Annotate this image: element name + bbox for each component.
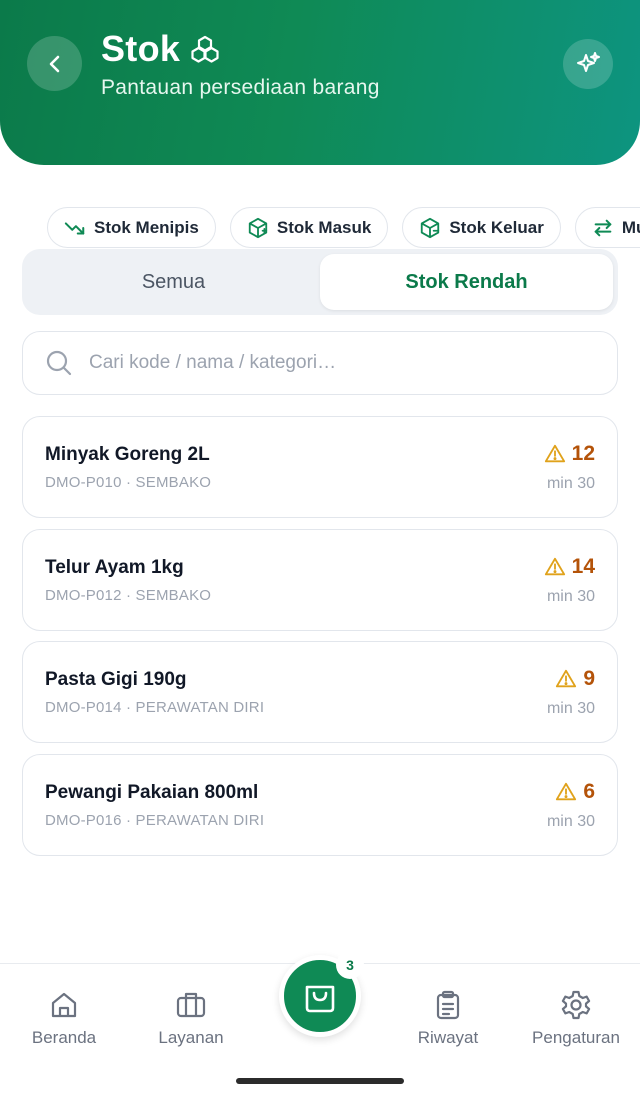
item-meta: DMO-P014 · PERAWATAN DIRI [45,699,265,716]
home-indicator [236,1078,404,1084]
chip-stok-masuk[interactable]: Stok Masuk [229,207,389,248]
search-icon [46,350,72,376]
item-qty-value: 14 [571,555,595,578]
item-qty-value: 12 [571,442,595,465]
chip-label: Stok Menipis [94,217,199,237]
item-meta: DMO-P012 · SEMBAKO [45,587,212,604]
trend-down-icon [64,221,85,235]
item-min: min 30 [546,700,595,717]
chip-label: Mu [621,217,640,237]
item-qty: 12 [544,442,595,466]
item-meta: DMO-P010 · SEMBAKO [45,474,212,491]
home-icon [51,992,77,1018]
nav-label: Riwayat [417,1028,479,1047]
cart-count-badge: 3 [336,951,364,979]
transfer-icon [594,219,612,236]
stock-item-card[interactable]: Pasta Gigi 190g DMO-P014 · PERAWATAN DIR… [22,641,618,743]
sparkle-icon [577,52,600,72]
cubes-icon [191,35,219,63]
search-input[interactable] [89,352,569,374]
nav-label: Beranda [31,1028,97,1047]
chip-label: Stok Keluar [449,217,544,237]
warning-icon [556,669,577,688]
header: Stok Pantauan persediaan barang [0,0,640,165]
nav-label: Pengaturan [532,1028,620,1047]
chip-stok-menipis[interactable]: Stok Menipis [47,207,216,248]
stock-item-card[interactable]: Pewangi Pakaian 800ml DMO-P016 · PERAWAT… [22,754,618,856]
chip-label: Stok Masuk [276,217,372,237]
item-min: min 30 [546,813,595,830]
item-meta: DMO-P016 · PERAWATAN DIRI [45,812,265,829]
tab-semua[interactable]: Semua [27,254,320,310]
item-min: min 30 [546,475,595,492]
nav-layanan[interactable]: Layanan [136,989,246,1048]
back-button[interactable] [27,36,82,91]
item-qty: 14 [544,555,595,579]
box-out-icon [421,217,440,238]
stock-filter-tabs: Semua Stok Rendah [22,249,618,315]
gear-icon [561,990,591,1020]
item-qty: 9 [555,667,595,691]
item-name: Telur Ayam 1kg [45,557,184,578]
item-name: Pasta Gigi 190g [45,669,187,690]
item-name: Minyak Goreng 2L [45,444,210,465]
page-subtitle: Pantauan persediaan barang [101,76,380,99]
item-qty-value: 9 [583,667,595,690]
warning-icon [544,557,565,576]
warning-icon [556,782,577,801]
item-qty: 6 [555,780,595,804]
quick-filter-chips: Stok Menipis Stok Masuk Stok Keluar Mu [47,207,640,249]
nav-pengaturan[interactable]: Pengaturan [521,989,631,1048]
item-min: min 30 [546,588,595,605]
search-box[interactable] [22,331,618,395]
chip-stok-keluar[interactable]: Stok Keluar [402,207,561,248]
item-qty-value: 6 [583,780,595,803]
nav-label: Layanan [158,1028,224,1047]
title-row: Stok [101,28,220,70]
shopping-bag-icon [305,985,335,1013]
briefcase-icon [176,992,206,1018]
item-name: Pewangi Pakaian 800ml [45,782,259,803]
stock-item-card[interactable]: Minyak Goreng 2L DMO-P010 · SEMBAKO 12 m… [22,416,618,518]
clipboard-icon [436,990,460,1020]
warning-icon [544,444,565,463]
nav-riwayat[interactable]: Riwayat [393,989,503,1048]
page-title: Stok [101,28,181,69]
nav-beranda[interactable]: Beranda [9,989,119,1048]
chip-mutasi[interactable]: Mu [574,207,640,248]
tab-stok-rendah[interactable]: Stok Rendah [320,254,613,310]
ai-assistant-button[interactable] [563,39,613,89]
stock-item-card[interactable]: Telur Ayam 1kg DMO-P012 · SEMBAKO 14 min… [22,529,618,631]
box-in-icon [248,217,268,238]
chevron-left-icon [49,55,59,72]
